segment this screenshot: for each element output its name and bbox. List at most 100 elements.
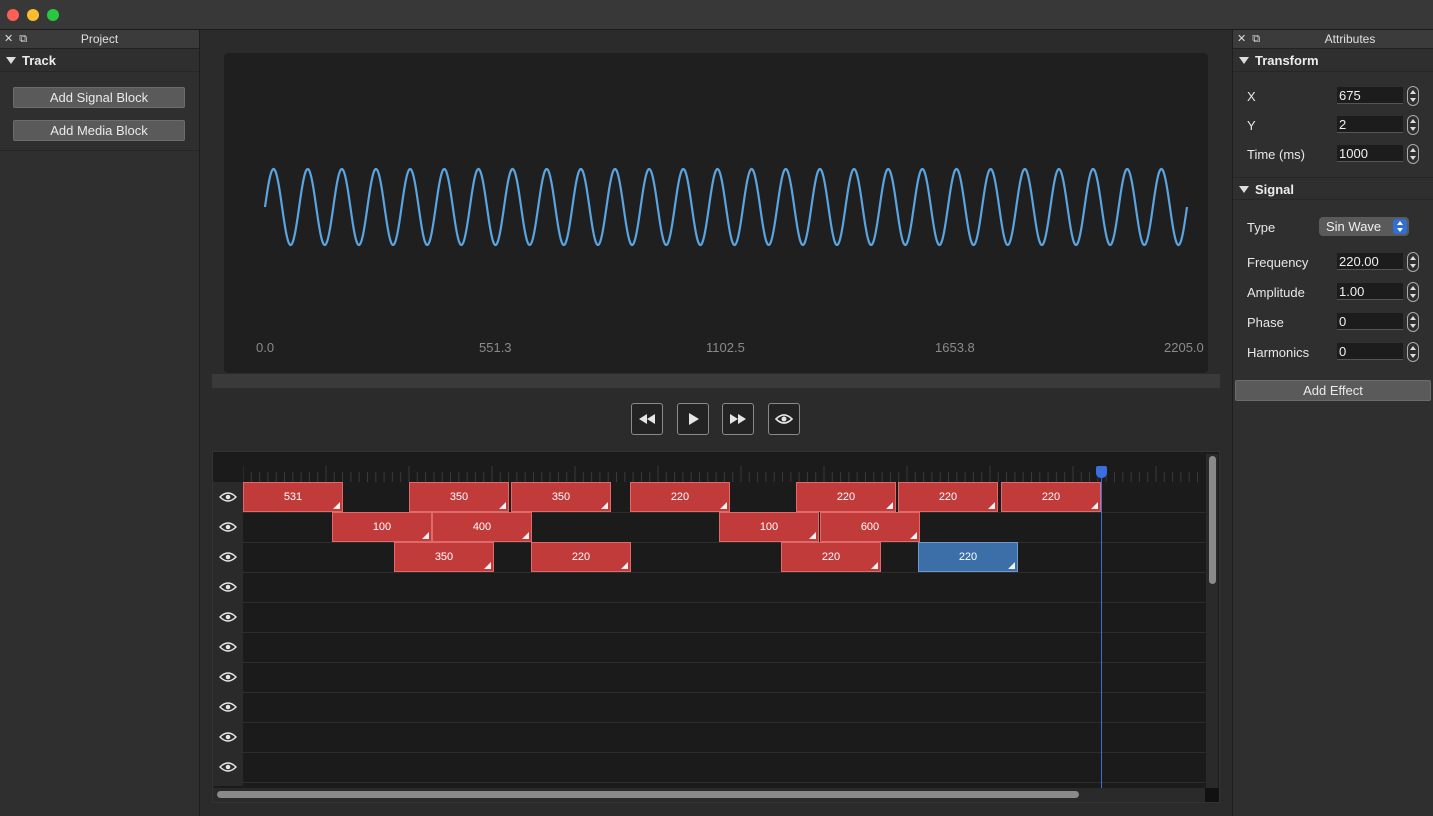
track-section-body: Add Signal Block Add Media Block — [0, 73, 199, 151]
waveform-scrollbar[interactable] — [212, 374, 1220, 388]
signal-block[interactable]: 220 — [1001, 482, 1101, 512]
signal-block-label: 220 — [836, 491, 856, 503]
timeline-horizontal-scrollbar[interactable] — [213, 788, 1205, 802]
add-effect-button[interactable]: Add Effect — [1235, 380, 1431, 401]
phase-field-row: Phase 0 — [1233, 312, 1431, 334]
y-spinner[interactable] — [1407, 115, 1419, 135]
collapse-triangle-icon — [1239, 186, 1249, 193]
fast-forward-icon — [730, 414, 746, 424]
play-button[interactable] — [677, 403, 709, 435]
signal-block[interactable]: 220 — [898, 482, 998, 512]
frequency-input[interactable]: 220.00 — [1337, 253, 1403, 270]
time-field-row: Time (ms) 1000 — [1233, 144, 1431, 166]
signal-block-label: 600 — [860, 521, 880, 533]
signal-block-label: 350 — [449, 491, 469, 503]
signal-block[interactable]: 220 — [781, 542, 881, 572]
signal-block[interactable]: 100 — [719, 512, 819, 542]
track-divider — [243, 692, 1205, 693]
add-signal-block-button[interactable]: Add Signal Block — [13, 87, 185, 108]
amplitude-label: Amplitude — [1247, 285, 1305, 300]
signal-block-label: 220 — [571, 551, 591, 563]
minimize-window-button[interactable] — [27, 9, 39, 21]
play-icon — [689, 413, 699, 425]
harmonics-spinner[interactable] — [1407, 342, 1419, 362]
signal-block-label: 220 — [958, 551, 978, 563]
track-divider — [243, 572, 1205, 573]
zoom-window-button[interactable] — [47, 9, 59, 21]
axis-label: 2205.0 — [1164, 340, 1204, 355]
close-window-button[interactable] — [7, 9, 19, 21]
playhead-handle[interactable] — [1096, 466, 1107, 478]
track-divider — [243, 782, 1205, 783]
close-panel-icon[interactable]: ✕ — [4, 33, 13, 45]
phase-input[interactable]: 0 — [1337, 313, 1403, 330]
signal-type-select[interactable]: Sin Wave — [1319, 217, 1409, 236]
signal-block-label: 220 — [938, 491, 958, 503]
track-divider — [243, 602, 1205, 603]
y-field-row: Y 2 — [1233, 115, 1431, 137]
signal-block[interactable]: 100 — [332, 512, 432, 542]
signal-block-label: 400 — [472, 521, 492, 533]
axis-label: 0.0 — [256, 340, 275, 355]
amplitude-spinner[interactable] — [1407, 282, 1419, 302]
track-lanes: 531 350 350 220 220 220 220 100 400 100 600 350 220 2… — [213, 452, 1205, 790]
harmonics-input[interactable]: 0 — [1337, 343, 1403, 360]
track-divider — [243, 542, 1205, 543]
axis-label: 551.3 — [479, 340, 512, 355]
select-arrows-icon — [1393, 219, 1407, 234]
close-panel-icon[interactable]: ✕ — [1237, 33, 1246, 45]
rewind-button[interactable] — [631, 403, 663, 435]
x-input[interactable]: 675 — [1337, 87, 1403, 104]
signal-block[interactable]: 600 — [820, 512, 920, 542]
waveform-line — [263, 167, 1189, 247]
project-panel: ✕ ⧉ Project Track Add Signal Block Add Me… — [0, 30, 199, 816]
rewind-icon — [639, 414, 655, 424]
float-panel-icon[interactable]: ⧉ — [19, 33, 27, 45]
vertical-scroll-thumb[interactable] — [1209, 456, 1216, 584]
fast-forward-button[interactable] — [722, 403, 754, 435]
attributes-panel: ✕ ⧉ Attributes Transform X 675 Y 2 Time (… — [1233, 30, 1433, 816]
x-spinner[interactable] — [1407, 86, 1419, 106]
signal-block[interactable]: 350 — [394, 542, 494, 572]
signal-block-selected[interactable]: 220 — [918, 542, 1018, 572]
amplitude-input[interactable]: 1.00 — [1337, 283, 1403, 300]
timeline[interactable]: 531 350 350 220 220 220 220 100 400 100 600 350 220 2… — [212, 451, 1220, 803]
frequency-spinner[interactable] — [1407, 252, 1419, 272]
track-section-header[interactable]: Track — [0, 49, 199, 72]
harmonics-label: Harmonics — [1247, 345, 1310, 360]
signal-block-label: 350 — [551, 491, 571, 503]
preview-button[interactable] — [768, 403, 800, 435]
scroll-corner — [1205, 788, 1219, 802]
attributes-panel-header: ✕ ⧉ Attributes — [1233, 30, 1433, 49]
attributes-panel-title: Attributes — [1324, 32, 1376, 46]
collapse-triangle-icon — [1239, 57, 1249, 64]
signal-section-header[interactable]: Signal — [1233, 177, 1433, 200]
timeline-vertical-scrollbar[interactable] — [1206, 454, 1218, 788]
signal-block[interactable]: 220 — [531, 542, 631, 572]
phase-spinner[interactable] — [1407, 312, 1419, 332]
harmonics-field-row: Harmonics 0 — [1233, 342, 1431, 364]
add-media-block-button[interactable]: Add Media Block — [13, 120, 185, 141]
horizontal-scroll-thumb[interactable] — [217, 791, 1079, 798]
signal-block[interactable]: 220 — [630, 482, 730, 512]
float-panel-icon[interactable]: ⧉ — [1252, 33, 1260, 45]
signal-block[interactable]: 350 — [511, 482, 611, 512]
time-input[interactable]: 1000 — [1337, 145, 1403, 162]
editor-area: 0.0 551.3 1102.5 1653.8 2205.0 531 350 350… — [200, 30, 1232, 816]
signal-block[interactable]: 220 — [796, 482, 896, 512]
time-spinner[interactable] — [1407, 144, 1419, 164]
axis-label: 1653.8 — [935, 340, 975, 355]
transform-section-header[interactable]: Transform — [1233, 49, 1433, 72]
signal-block[interactable]: 350 — [409, 482, 509, 512]
signal-block-label: 220 — [821, 551, 841, 563]
amplitude-field-row: Amplitude 1.00 — [1233, 282, 1431, 304]
y-label: Y — [1247, 118, 1256, 133]
collapse-triangle-icon — [6, 57, 16, 64]
signal-block[interactable]: 531 — [243, 482, 343, 512]
signal-block[interactable]: 400 — [432, 512, 532, 542]
playhead[interactable] — [1101, 466, 1102, 790]
x-field-row: X 675 — [1233, 86, 1431, 108]
y-input[interactable]: 2 — [1337, 116, 1403, 133]
project-panel-header: ✕ ⧉ Project — [0, 30, 199, 49]
x-label: X — [1247, 89, 1256, 104]
